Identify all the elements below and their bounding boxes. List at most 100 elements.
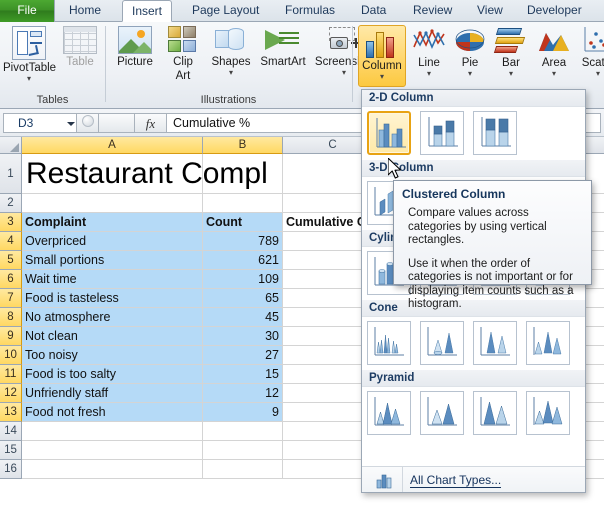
bar-chart-button[interactable]: Bar ▾ <box>491 25 531 78</box>
tab-file[interactable]: File <box>0 0 55 22</box>
shapes-button[interactable]: Shapes ▾ <box>207 26 255 77</box>
line-chart-icon <box>412 25 446 55</box>
row-header-11[interactable]: 11 <box>0 365 22 384</box>
scatter-chart-button[interactable]: Scatte ▾ <box>577 25 604 78</box>
row-header-15[interactable]: 15 <box>0 441 22 460</box>
area-chart-label: Area <box>541 57 567 69</box>
row-header-4[interactable]: 4 <box>0 232 22 251</box>
cell-a10[interactable]: Too noisy <box>22 346 203 365</box>
ribbon-group-illustrations-label: Illustrations <box>200 94 257 106</box>
cell-a3[interactable]: Complaint <box>22 213 203 232</box>
cell-a5[interactable]: Small portions <box>22 251 203 270</box>
stacked-column-icon <box>428 117 458 147</box>
name-box[interactable]: D3 <box>3 113 77 133</box>
gallery-item-100-stacked-cone[interactable] <box>473 321 517 365</box>
cell-a15[interactable] <box>22 441 203 460</box>
cell-b5[interactable]: 621 <box>203 251 283 270</box>
cancel-entry-button[interactable] <box>77 113 99 133</box>
line-chart-button[interactable]: Line ▾ <box>409 25 449 78</box>
cell-b15[interactable] <box>203 441 283 460</box>
ribbon-group-tables-label: Tables <box>36 94 69 106</box>
gallery-item-clustered-cone[interactable] <box>367 321 411 365</box>
cell-a2[interactable] <box>22 194 203 213</box>
tab-developer[interactable]: Developer <box>518 0 591 22</box>
column-header-a[interactable]: A <box>22 137 203 154</box>
chevron-down-icon: ▾ <box>26 74 31 83</box>
gallery-item-clustered-pyramid[interactable] <box>367 391 411 435</box>
row-header-7[interactable]: 7 <box>0 289 22 308</box>
row-header-10[interactable]: 10 <box>0 346 22 365</box>
cell-a9[interactable]: Not clean <box>22 327 203 346</box>
cell-b16[interactable] <box>203 460 283 479</box>
cell-a11[interactable]: Food is too salty <box>22 365 203 384</box>
cell-a12[interactable]: Unfriendly staff <box>22 384 203 403</box>
gallery-section-pyramid-label: Pyramid <box>362 370 585 387</box>
column-header-f[interactable] <box>583 137 604 154</box>
gallery-item-3d-cone[interactable] <box>526 321 570 365</box>
clustered-column-icon <box>376 118 406 148</box>
cell-a8[interactable]: No atmosphere <box>22 308 203 327</box>
cell-b14[interactable] <box>203 422 283 441</box>
row-header-3[interactable]: 3 <box>0 213 22 232</box>
table-icon <box>63 26 97 54</box>
cell-b10[interactable]: 27 <box>203 346 283 365</box>
pivottable-button[interactable]: PivotTable ▾ <box>3 26 56 83</box>
clip-art-button[interactable]: Clip Art <box>161 26 205 82</box>
row-header-1[interactable]: 1 <box>0 154 22 194</box>
cell-a16[interactable] <box>22 460 203 479</box>
insert-function-button[interactable]: fx <box>135 113 167 133</box>
pie-chart-button[interactable]: Pie ▾ <box>451 25 489 78</box>
select-all-corner[interactable] <box>0 137 22 154</box>
ribbon-group-illustrations: Picture Clip Art Shapes ▾ SmartArt Scree… <box>107 22 373 108</box>
gallery-item-clustered-column[interactable] <box>367 111 411 155</box>
row-header-6[interactable]: 6 <box>0 270 22 289</box>
gallery-item-stacked-pyramid[interactable] <box>420 391 464 435</box>
100-stacked-cone-icon <box>480 327 510 356</box>
column-header-b[interactable]: B <box>203 137 283 154</box>
cell-b9[interactable]: 30 <box>203 327 283 346</box>
row-header-12[interactable]: 12 <box>0 384 22 403</box>
cell-b4[interactable]: 789 <box>203 232 283 251</box>
gallery-item-stacked-column[interactable] <box>420 111 464 155</box>
table-button[interactable]: Table <box>58 26 102 68</box>
cell-a14[interactable] <box>22 422 203 441</box>
cell-b3[interactable]: Count <box>203 213 283 232</box>
row-header-16[interactable]: 16 <box>0 460 22 479</box>
tab-page-layout[interactable]: Page Layout <box>183 0 268 22</box>
tab-formulas[interactable]: Formulas <box>276 0 344 22</box>
ribbon-tab-bar: File Home Insert Page Layout Formulas Da… <box>0 0 604 22</box>
tab-insert[interactable]: Insert <box>122 0 173 22</box>
row-header-14[interactable]: 14 <box>0 422 22 441</box>
chevron-down-icon[interactable] <box>67 122 75 126</box>
cell-a6[interactable]: Wait time <box>22 270 203 289</box>
cell-a4[interactable]: Overpriced <box>22 232 203 251</box>
cell-b12[interactable]: 12 <box>203 384 283 403</box>
all-chart-types-button[interactable]: All Chart Types... <box>362 466 585 492</box>
gallery-item-100-stacked-column[interactable] <box>473 111 517 155</box>
column-chart-button[interactable]: Column ▾ <box>358 25 406 87</box>
cell-b7[interactable]: 65 <box>203 289 283 308</box>
tab-home[interactable]: Home <box>60 0 110 22</box>
cell-a13[interactable]: Food not fresh <box>22 403 203 422</box>
cell-a7[interactable]: Food is tasteless <box>22 289 203 308</box>
expand-formula-bar-button[interactable] <box>113 113 135 133</box>
tab-view[interactable]: View <box>468 0 512 22</box>
cell-b2[interactable] <box>203 194 283 213</box>
tab-data[interactable]: Data <box>352 0 395 22</box>
row-header-13[interactable]: 13 <box>0 403 22 422</box>
row-header-5[interactable]: 5 <box>0 251 22 270</box>
gallery-item-stacked-cone[interactable] <box>420 321 464 365</box>
smartart-button[interactable]: SmartArt <box>255 26 311 68</box>
row-header-2[interactable]: 2 <box>0 194 22 213</box>
cell-b11[interactable]: 15 <box>203 365 283 384</box>
gallery-item-3d-pyramid[interactable] <box>526 391 570 435</box>
cell-b6[interactable]: 109 <box>203 270 283 289</box>
cell-b8[interactable]: 45 <box>203 308 283 327</box>
gallery-item-100-stacked-pyramid[interactable] <box>473 391 517 435</box>
picture-button[interactable]: Picture <box>111 26 159 68</box>
cell-b13[interactable]: 9 <box>203 403 283 422</box>
row-header-9[interactable]: 9 <box>0 327 22 346</box>
tab-review[interactable]: Review <box>404 0 461 22</box>
area-chart-button[interactable]: Area ▾ <box>533 25 575 78</box>
row-header-8[interactable]: 8 <box>0 308 22 327</box>
